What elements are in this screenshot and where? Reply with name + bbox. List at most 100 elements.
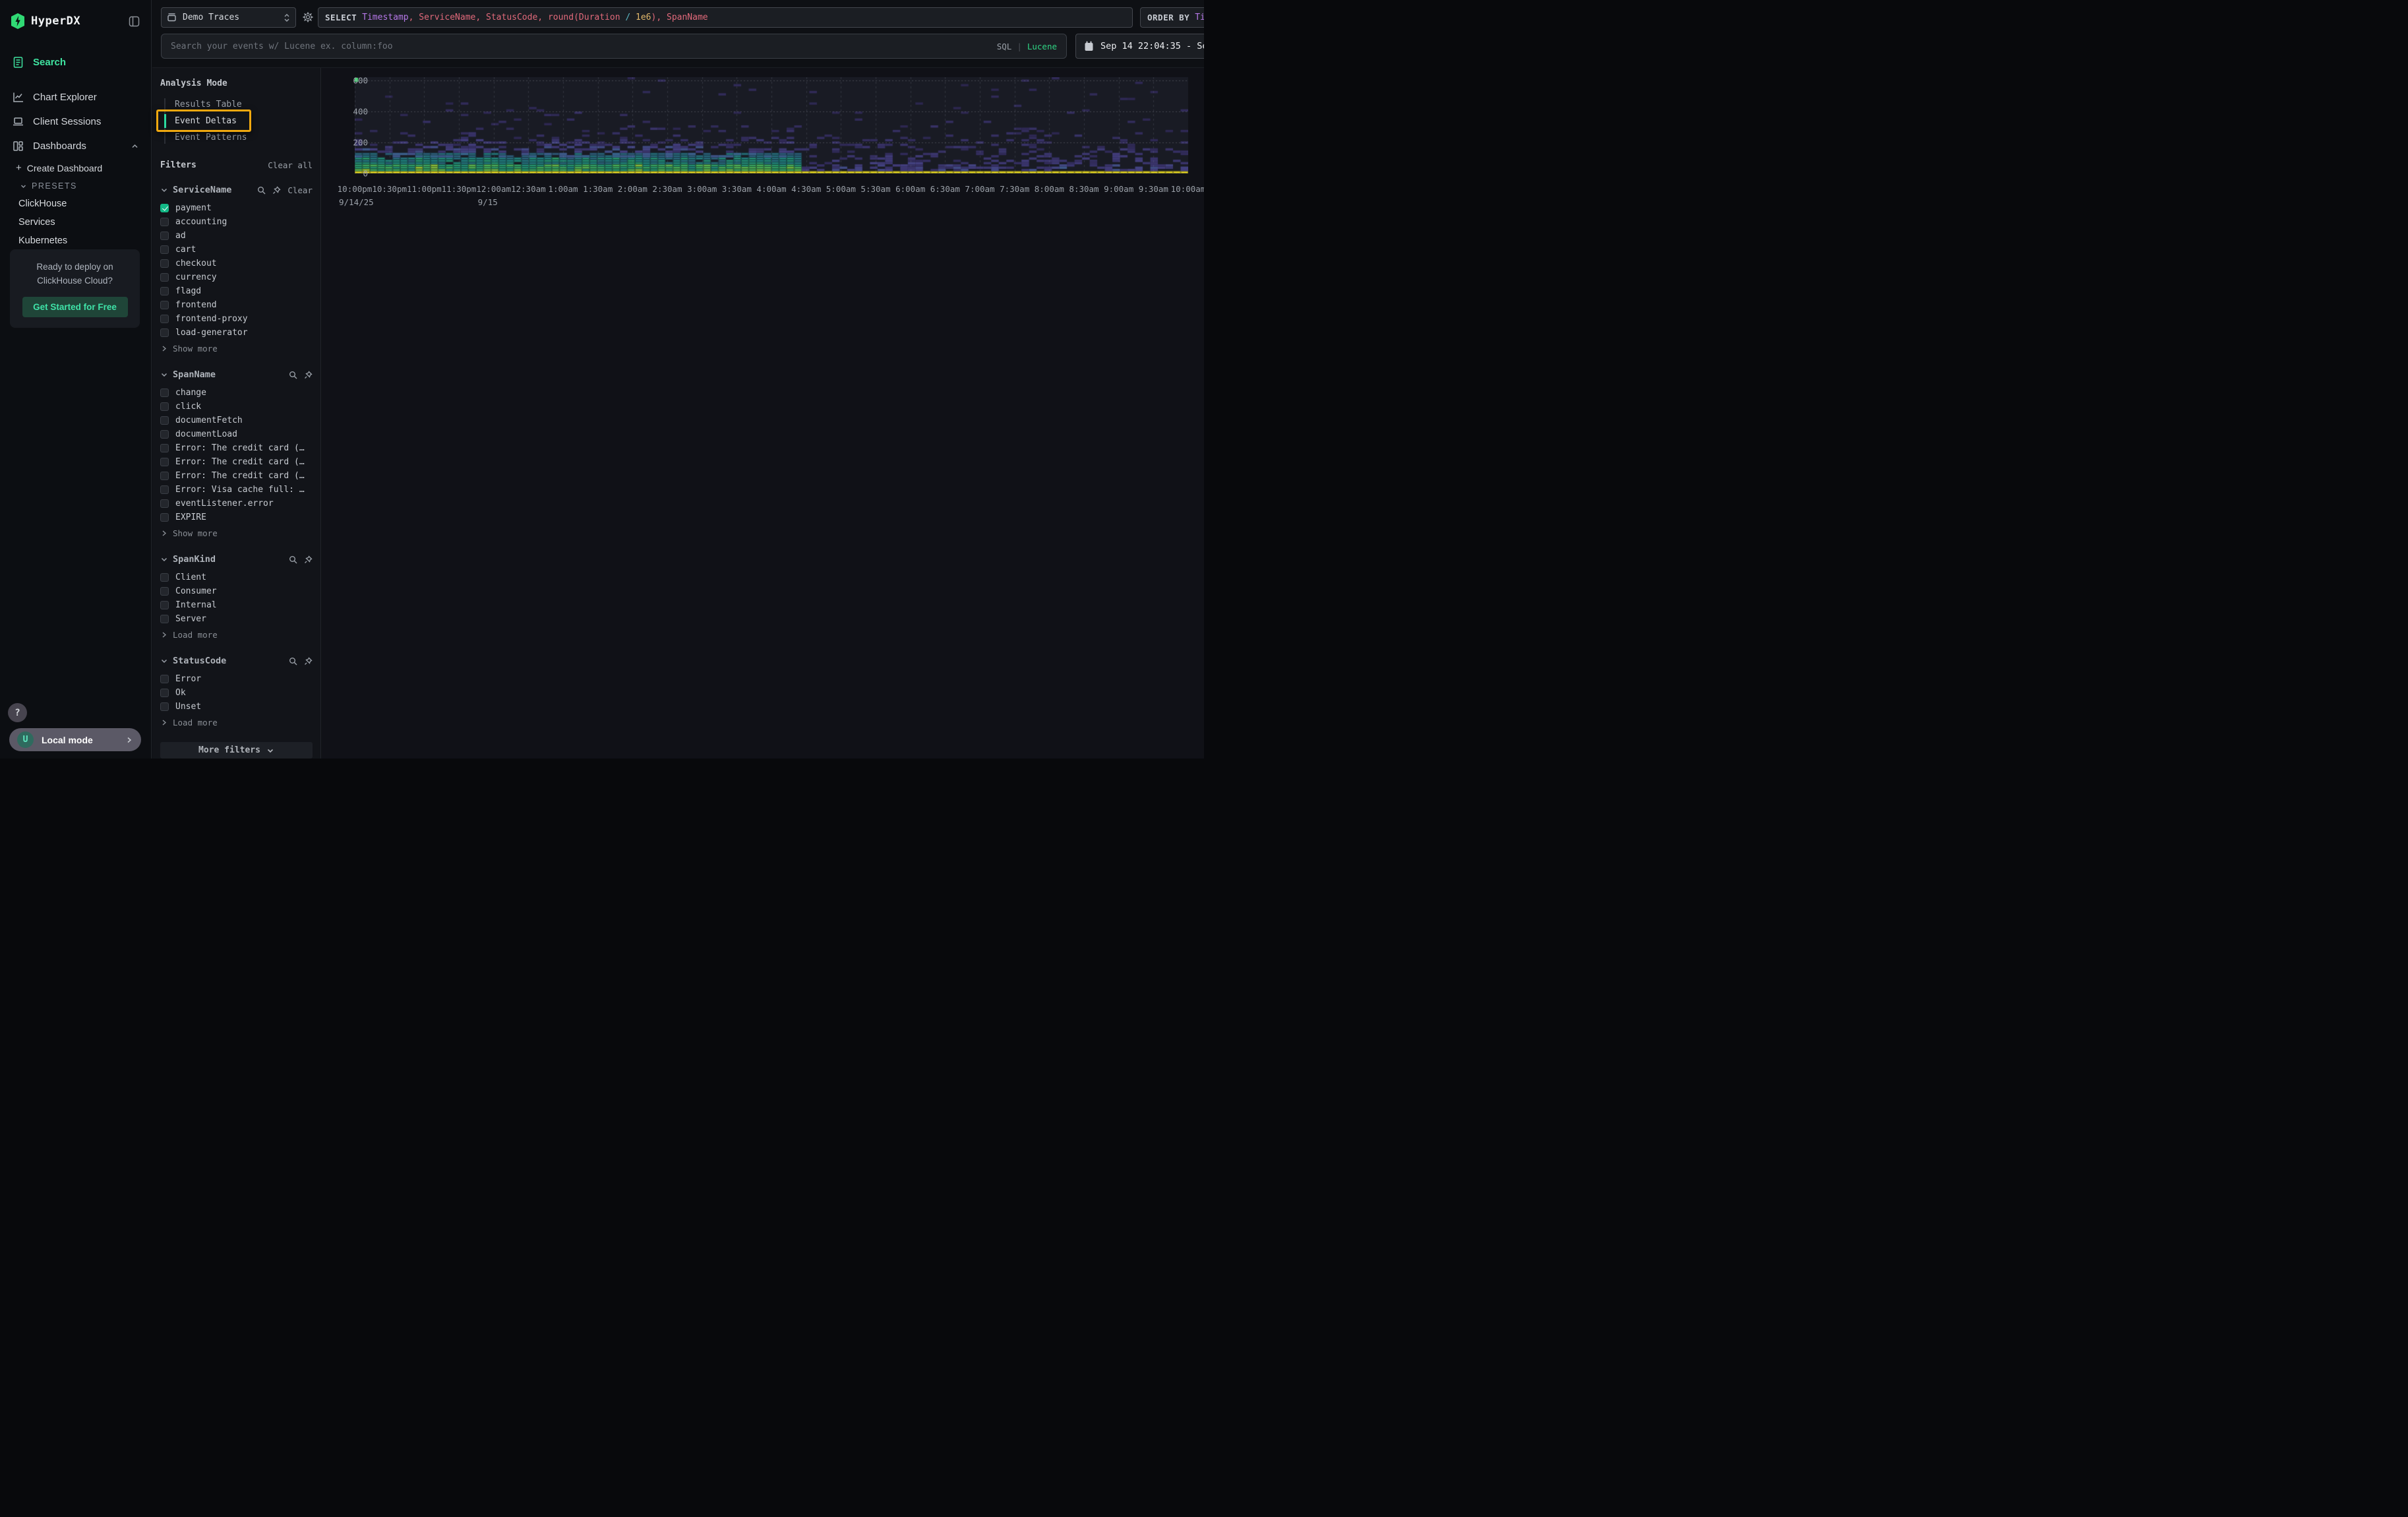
checkbox-unchecked[interactable]: [160, 416, 169, 425]
search-input[interactable]: [162, 42, 997, 51]
filter-checkbox-error-the-credit-card-[interactable]: Error: The credit card (…: [160, 441, 313, 455]
filter-checkbox-cart[interactable]: cart: [160, 243, 313, 257]
checkbox-unchecked[interactable]: [160, 301, 169, 309]
checkbox-unchecked[interactable]: [160, 287, 169, 295]
chevron-down-icon[interactable]: [160, 371, 168, 379]
filter-checkbox-client[interactable]: Client: [160, 571, 313, 584]
search-icon[interactable]: [289, 555, 297, 564]
filter-checkbox-unset[interactable]: Unset: [160, 700, 313, 714]
filter-checkbox-change[interactable]: change: [160, 386, 313, 400]
lucene-mode-button[interactable]: Lucene: [1027, 42, 1057, 51]
source-select[interactable]: Demo Traces: [161, 7, 296, 28]
filter-checkbox-click[interactable]: click: [160, 400, 313, 414]
filter-checkbox-error-visa-cache-full-[interactable]: Error: Visa cache full: …: [160, 483, 313, 497]
checkbox-unchecked[interactable]: [160, 689, 169, 697]
checkbox-unchecked[interactable]: [160, 259, 169, 268]
filter-checkbox-ok[interactable]: Ok: [160, 686, 313, 700]
filter-group-name[interactable]: StatusCode: [173, 656, 226, 666]
search-icon[interactable]: [289, 657, 297, 666]
checkbox-unchecked[interactable]: [160, 587, 169, 596]
checkbox-unchecked[interactable]: [160, 513, 169, 522]
checkbox-unchecked[interactable]: [160, 218, 169, 226]
checkbox-checked[interactable]: [160, 204, 169, 212]
local-mode-button[interactable]: U Local mode: [9, 728, 141, 751]
filter-checkbox-payment[interactable]: payment: [160, 201, 313, 215]
chevron-up-icon[interactable]: [131, 142, 139, 150]
filter-checkbox-eventlistener-error[interactable]: eventListener.error: [160, 497, 313, 511]
preset-services[interactable]: Services: [0, 213, 151, 232]
filter-checkbox-expire[interactable]: EXPIRE: [160, 511, 313, 524]
analysis-option-event-deltas[interactable]: Event Deltas: [162, 113, 313, 129]
filter-checkbox-flagd[interactable]: flagd: [160, 284, 313, 298]
checkbox-unchecked[interactable]: [160, 472, 169, 480]
checkbox-unchecked[interactable]: [160, 615, 169, 623]
source-settings-gear-icon[interactable]: [303, 12, 313, 22]
load-more-link[interactable]: Load more: [160, 629, 313, 641]
filter-checkbox-frontend-proxy[interactable]: frontend-proxy: [160, 312, 313, 326]
help-button[interactable]: ?: [8, 703, 27, 722]
filter-checkbox-documentload[interactable]: documentLoad: [160, 427, 313, 441]
search-icon[interactable]: [289, 371, 297, 379]
show-more-link[interactable]: Show more: [160, 342, 313, 355]
checkbox-unchecked[interactable]: [160, 675, 169, 683]
filter-checkbox-checkout[interactable]: checkout: [160, 257, 313, 270]
pin-icon[interactable]: [272, 186, 281, 195]
create-dashboard-button[interactable]: + Create Dashboard: [0, 158, 151, 177]
analysis-option-results-table[interactable]: Results Table: [162, 96, 313, 113]
sidebar-item-dashboards[interactable]: Dashboards: [0, 134, 151, 158]
filter-checkbox-error-the-credit-card-[interactable]: Error: The credit card (…: [160, 455, 313, 469]
load-more-link[interactable]: Load more: [160, 716, 313, 729]
get-started-button[interactable]: Get Started for Free: [22, 297, 128, 317]
checkbox-unchecked[interactable]: [160, 402, 169, 411]
chevron-down-icon[interactable]: [160, 657, 168, 665]
chevron-down-icon[interactable]: [160, 186, 168, 194]
filter-checkbox-consumer[interactable]: Consumer: [160, 584, 313, 598]
checkbox-unchecked[interactable]: [160, 315, 169, 323]
chevron-down-icon[interactable]: [160, 555, 168, 563]
more-filters-button[interactable]: More filters: [160, 742, 313, 758]
search-icon[interactable]: [257, 186, 266, 195]
sidebar-item-client-sessions[interactable]: Client Sessions: [0, 109, 151, 134]
filter-checkbox-accounting[interactable]: accounting: [160, 215, 313, 229]
filter-group-name[interactable]: SpanKind: [173, 554, 216, 565]
date-range-picker[interactable]: Sep 14 22:04:35 - Sep 15 10:04:35: [1075, 34, 1204, 59]
clear-group-button[interactable]: Clear: [287, 185, 313, 195]
filter-checkbox-documentfetch[interactable]: documentFetch: [160, 414, 313, 427]
clear-all-button[interactable]: Clear all: [268, 160, 313, 170]
filter-checkbox-internal[interactable]: Internal: [160, 598, 313, 612]
filter-checkbox-frontend[interactable]: frontend: [160, 298, 313, 312]
checkbox-unchecked[interactable]: [160, 245, 169, 254]
filter-group-name[interactable]: SpanName: [173, 369, 216, 380]
sidebar-collapse-icon[interactable]: [128, 15, 140, 28]
filter-group-name[interactable]: ServiceName: [173, 185, 231, 195]
checkbox-unchecked[interactable]: [160, 702, 169, 711]
checkbox-unchecked[interactable]: [160, 499, 169, 508]
pin-icon[interactable]: [304, 555, 313, 564]
filter-checkbox-error[interactable]: Error: [160, 672, 313, 686]
checkbox-unchecked[interactable]: [160, 430, 169, 439]
select-query-input[interactable]: SELECT Timestamp, ServiceName, StatusCod…: [318, 7, 1133, 28]
checkbox-unchecked[interactable]: [160, 485, 169, 494]
checkbox-unchecked[interactable]: [160, 388, 169, 397]
sidebar-item-search[interactable]: Search: [0, 50, 151, 75]
sql-mode-button[interactable]: SQL: [997, 42, 1012, 51]
analysis-option-event-patterns[interactable]: Event Patterns: [162, 129, 313, 146]
pin-icon[interactable]: [304, 657, 313, 666]
checkbox-unchecked[interactable]: [160, 273, 169, 282]
duration-heatmap-canvas[interactable]: [355, 77, 1188, 173]
filter-checkbox-currency[interactable]: currency: [160, 270, 313, 284]
sidebar-item-chart-explorer[interactable]: Chart Explorer: [0, 85, 151, 109]
checkbox-unchecked[interactable]: [160, 601, 169, 609]
filter-checkbox-load-generator[interactable]: load-generator: [160, 326, 313, 340]
filter-checkbox-ad[interactable]: ad: [160, 229, 313, 243]
filter-checkbox-error-the-credit-card-[interactable]: Error: The credit card (…: [160, 469, 313, 483]
show-more-link[interactable]: Show more: [160, 527, 313, 540]
checkbox-unchecked[interactable]: [160, 444, 169, 452]
preset-clickhouse[interactable]: ClickHouse: [0, 195, 151, 213]
presets-toggle[interactable]: PRESETS: [0, 177, 151, 195]
checkbox-unchecked[interactable]: [160, 232, 169, 240]
order-by-input[interactable]: ORDER BY Timestamp DESC: [1140, 7, 1204, 28]
checkbox-unchecked[interactable]: [160, 458, 169, 466]
filter-checkbox-server[interactable]: Server: [160, 612, 313, 626]
checkbox-unchecked[interactable]: [160, 573, 169, 582]
